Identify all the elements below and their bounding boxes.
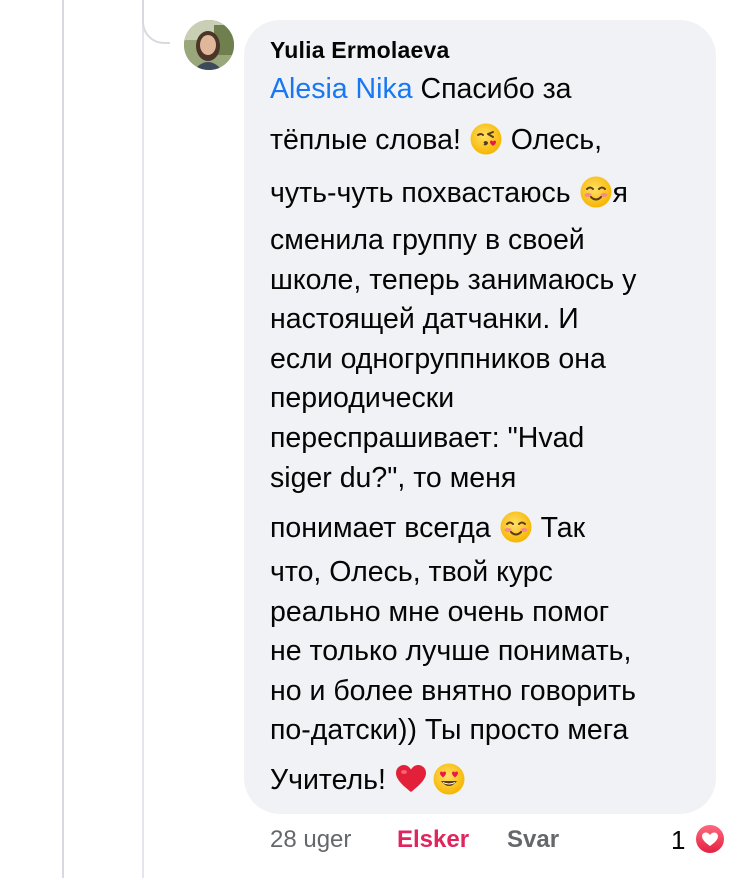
comment-line: реально мне очень помог bbox=[270, 595, 609, 629]
mention-link[interactable]: Alesia Nika bbox=[270, 73, 413, 105]
comment-line: понимает всегда Так bbox=[270, 510, 585, 544]
smiling-blush-emoji-icon bbox=[499, 510, 533, 544]
comment-text: Так bbox=[532, 512, 586, 544]
heart-eyes-emoji-icon bbox=[432, 762, 466, 796]
comment-text: переспрашивает: "Hvad bbox=[270, 422, 585, 454]
comment-text: не только лучше понимать, bbox=[270, 635, 632, 667]
comment-text: Спасибо за bbox=[412, 73, 572, 105]
comment-line: что, Олесь, твой курс bbox=[270, 555, 553, 589]
comment-line: по-датски)) Ты просто мега bbox=[270, 713, 628, 747]
comment-line: периодически bbox=[270, 381, 454, 415]
love-reaction-icon[interactable] bbox=[694, 823, 726, 855]
comment-text: настоящей датчанки. И bbox=[270, 303, 579, 335]
comment-line: Учитель! bbox=[270, 762, 466, 796]
comment-line: Alesia Nika Спасибо за bbox=[270, 72, 572, 106]
comment-line: школе, теперь занимаюсь у bbox=[270, 263, 636, 297]
comment-line: настоящей датчанки. И bbox=[270, 302, 579, 336]
smiling-blush-emoji-icon bbox=[579, 175, 613, 209]
avatar[interactable] bbox=[184, 20, 234, 70]
red-heart-emoji-icon bbox=[394, 762, 428, 796]
thread-line-outer bbox=[62, 0, 64, 878]
reply-button[interactable]: Svar bbox=[507, 824, 559, 856]
comment-line: но и более внятно говорить bbox=[270, 674, 636, 708]
thread-connector bbox=[142, 0, 170, 44]
comment-text: чуть-чуть похвастаюсь bbox=[270, 177, 579, 209]
comment-text: я bbox=[612, 177, 628, 209]
thread-line-inner bbox=[142, 0, 144, 878]
comment-text: тёплые слова! bbox=[270, 124, 469, 156]
reaction-count[interactable]: 1 bbox=[671, 824, 685, 856]
comment-line: тёплые слова! Олесь, bbox=[270, 122, 602, 156]
comment-line: сменила группу в своей bbox=[270, 223, 585, 257]
kissing-heart-emoji-icon bbox=[469, 122, 503, 156]
comment-text: Учитель! bbox=[270, 764, 394, 796]
like-button[interactable]: Elsker bbox=[397, 824, 469, 856]
comment-text: сменила группу в своей bbox=[270, 224, 585, 256]
comment-text: реально мне очень помог bbox=[270, 596, 610, 628]
comment-line: переспрашивает: "Hvad bbox=[270, 421, 584, 455]
comment-line: siger du?", то меня bbox=[270, 461, 516, 495]
comment-text: периодически bbox=[270, 382, 455, 414]
comment-timestamp[interactable]: 28 uger bbox=[270, 824, 351, 856]
comment-text: по-датски)) Ты просто мега bbox=[270, 714, 629, 746]
comment-text: если одногруппников она bbox=[270, 343, 606, 375]
comment-author[interactable]: Yulia Ermolaeva bbox=[270, 37, 449, 64]
comment-text: но и более внятно говорить bbox=[270, 675, 636, 707]
comment-line: не только лучше понимать, bbox=[270, 634, 631, 668]
comment-text: siger du?", то меня bbox=[270, 462, 517, 494]
comment-text: Олесь, bbox=[502, 124, 603, 156]
comment-text: понимает всегда bbox=[270, 512, 499, 544]
comment-line: чуть-чуть похвастаюсь я bbox=[270, 175, 628, 209]
comment-text: школе, теперь занимаюсь у bbox=[270, 264, 637, 296]
comment-text: что, Олесь, твой курс bbox=[270, 556, 553, 588]
comment-line: если одногруппников она bbox=[270, 342, 606, 376]
